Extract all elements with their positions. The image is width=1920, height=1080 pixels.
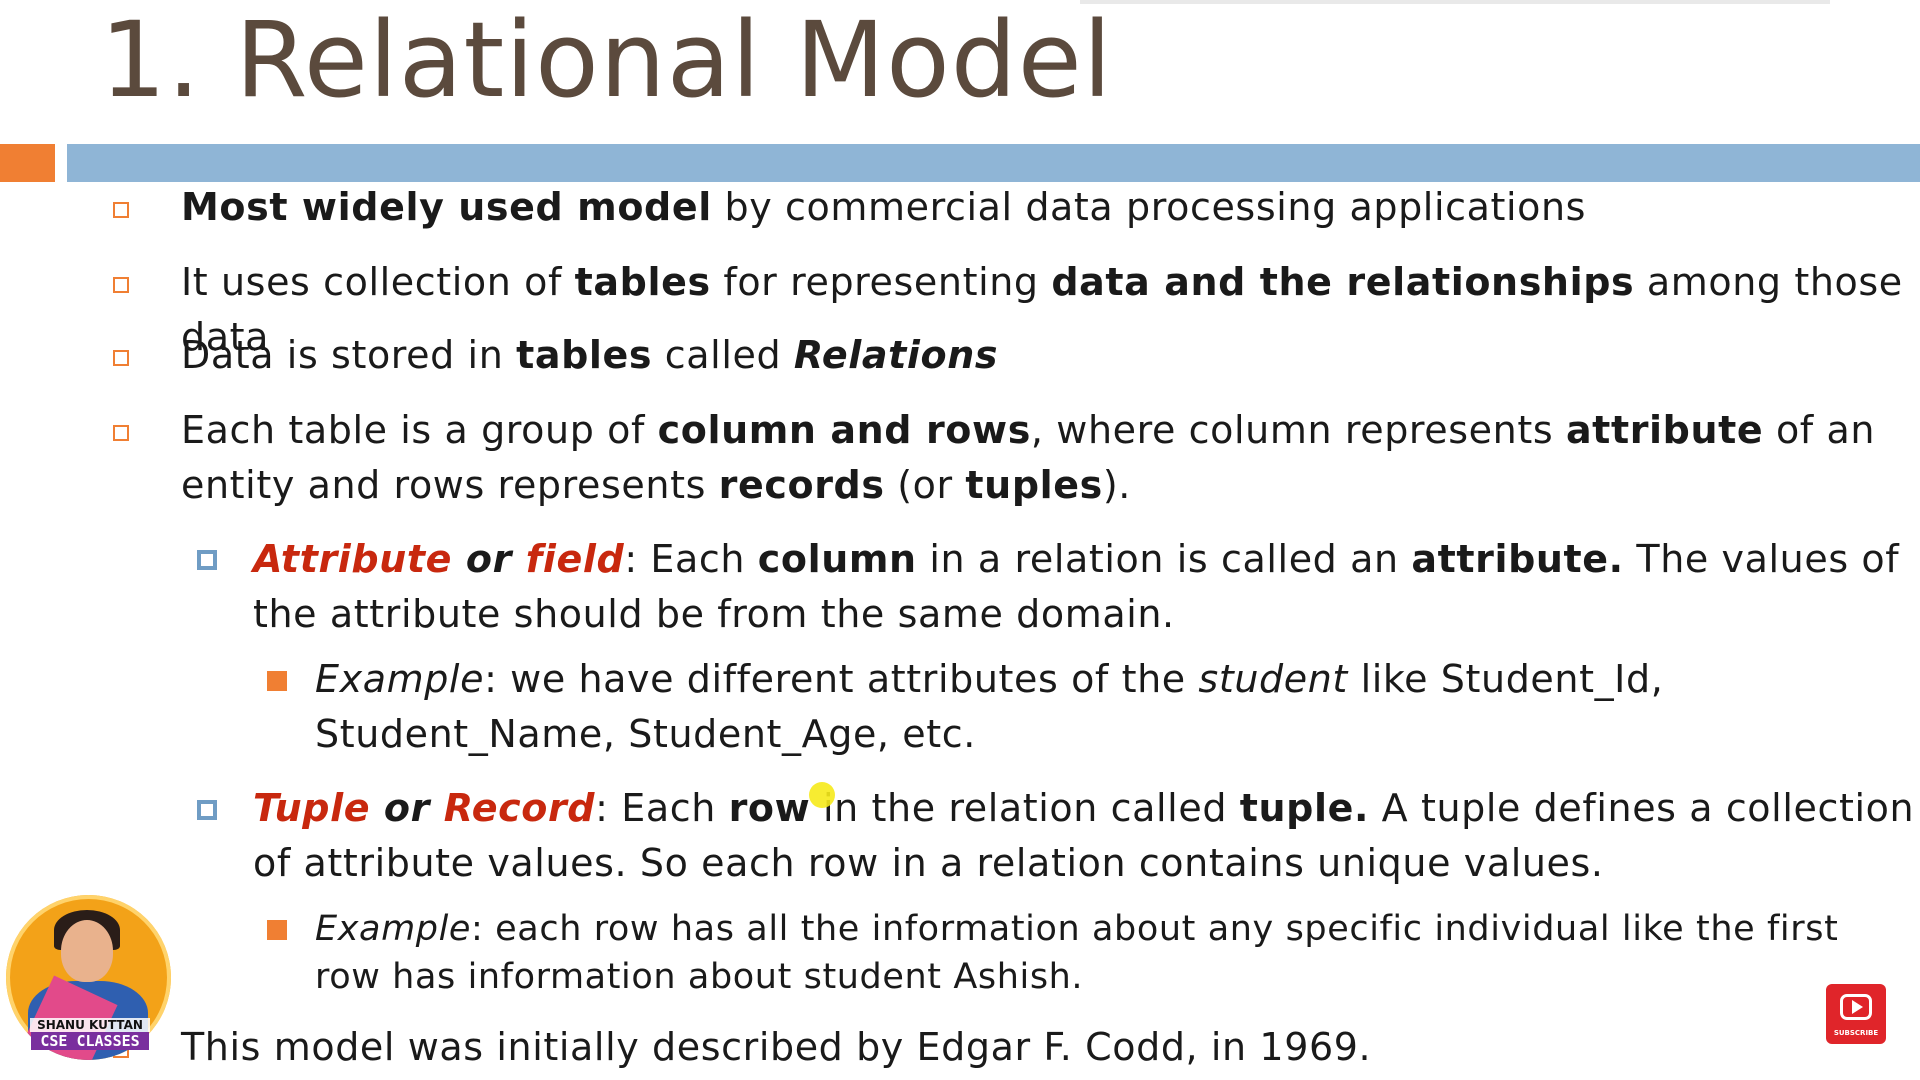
bullet-marker-2	[113, 277, 129, 293]
attribute-example-italic: student	[1198, 657, 1348, 701]
attribute-field-term: field	[525, 537, 625, 581]
bullet-4-bold-b: attribute	[1565, 408, 1764, 452]
bullet-1-bold: Most widely used model	[181, 185, 712, 229]
example-marker-attribute	[267, 671, 287, 691]
bullet-3-text-b: called	[652, 333, 794, 377]
tuple-bold-b: tuple.	[1239, 786, 1369, 830]
attribute-text-a: : Each	[624, 537, 758, 581]
bullet-5: This model was initially described by Ed…	[181, 1025, 1372, 1069]
bullet-3-bold: tables	[516, 333, 653, 377]
subscribe-label: SUBSCRIBE	[1833, 1029, 1879, 1037]
attribute-term: Attribute	[253, 537, 453, 581]
bullet-1-text: by commercial data processing applicatio…	[711, 185, 1587, 229]
slide-title: 1. Relational Model	[100, 0, 1113, 121]
bullet-4-text-d: (or	[884, 463, 966, 507]
attribute-or: or	[452, 537, 526, 581]
attribute-example: Example: we have different attributes of…	[315, 652, 1915, 762]
attribute-bold-a: column	[757, 537, 917, 581]
bullet-4-text-e: ).	[1102, 463, 1131, 507]
top-shade	[1080, 0, 1830, 4]
tuple-text-b: in the relation called	[810, 786, 1240, 830]
tuple-example: Example: each row has all the informatio…	[315, 905, 1915, 1001]
bullet-2-bold-a: tables	[574, 260, 711, 304]
avatar-name: SHANU KUTTAN	[30, 1018, 150, 1032]
bullet-3-text-a: Data is stored in	[181, 333, 517, 377]
bullet-marker-1	[113, 202, 129, 218]
bullet-2-bold-b: data and the relationships	[1051, 260, 1635, 304]
tuple-record-term: Record	[443, 786, 596, 830]
avatar-face	[61, 920, 113, 982]
cursor-highlight	[809, 782, 835, 808]
attribute-example-text-a: : we have different attributes of the	[484, 657, 1199, 701]
attribute-example-label: Example	[315, 657, 485, 701]
attribute-text-b: in a relation is called an	[916, 537, 1412, 581]
play-triangle-icon	[1852, 1000, 1863, 1014]
bullet-2-text-a: It uses collection of	[181, 260, 575, 304]
tuple-example-text: : each row has all the information about…	[315, 909, 1839, 997]
tuple-or: or	[370, 786, 444, 830]
bullet-4-bold-c: records	[718, 463, 885, 507]
tuple-term: Tuple	[253, 786, 371, 830]
subscribe-button[interactable]: SUBSCRIBE	[1826, 984, 1886, 1044]
bullet-3: Data is stored in tables called Relation…	[181, 328, 1911, 383]
tuple-text-a: : Each	[595, 786, 729, 830]
example-marker-tuple	[267, 920, 287, 940]
bullet-2-text-b: for representing	[710, 260, 1052, 304]
sub-bullet-tuple: Tuple or Record: Each row in the relatio…	[253, 781, 1918, 891]
bullet-4-text-a: Each table is a group of	[181, 408, 658, 452]
title-accent-block	[0, 144, 55, 182]
tuple-bold-a: row	[728, 786, 811, 830]
bullet-marker-3	[113, 350, 129, 366]
bullet-4-bold-a: column and rows	[657, 408, 1031, 452]
sub-bullet-attribute: Attribute or field: Each column in a rel…	[253, 532, 1918, 642]
bullet-1: Most widely used model by commercial dat…	[181, 180, 1911, 235]
slide: 1. Relational Model Most widely used mod…	[0, 0, 1920, 1080]
sub-bullet-marker-attribute	[197, 550, 217, 570]
bullet-3-bold-italic: Relations	[793, 333, 999, 377]
avatar-badge: CSE CLASSES	[31, 1032, 149, 1050]
bullet-4-text-b: , where column represents	[1030, 408, 1566, 452]
bullet-4: Each table is a group of column and rows…	[181, 403, 1911, 513]
title-divider-bar	[67, 144, 1920, 182]
bullet-4-bold-d: tuples	[965, 463, 1103, 507]
bullet-marker-4	[113, 425, 129, 441]
attribute-bold-b: attribute.	[1411, 537, 1624, 581]
tuple-example-label: Example	[315, 909, 472, 949]
sub-bullet-marker-tuple	[197, 800, 217, 820]
